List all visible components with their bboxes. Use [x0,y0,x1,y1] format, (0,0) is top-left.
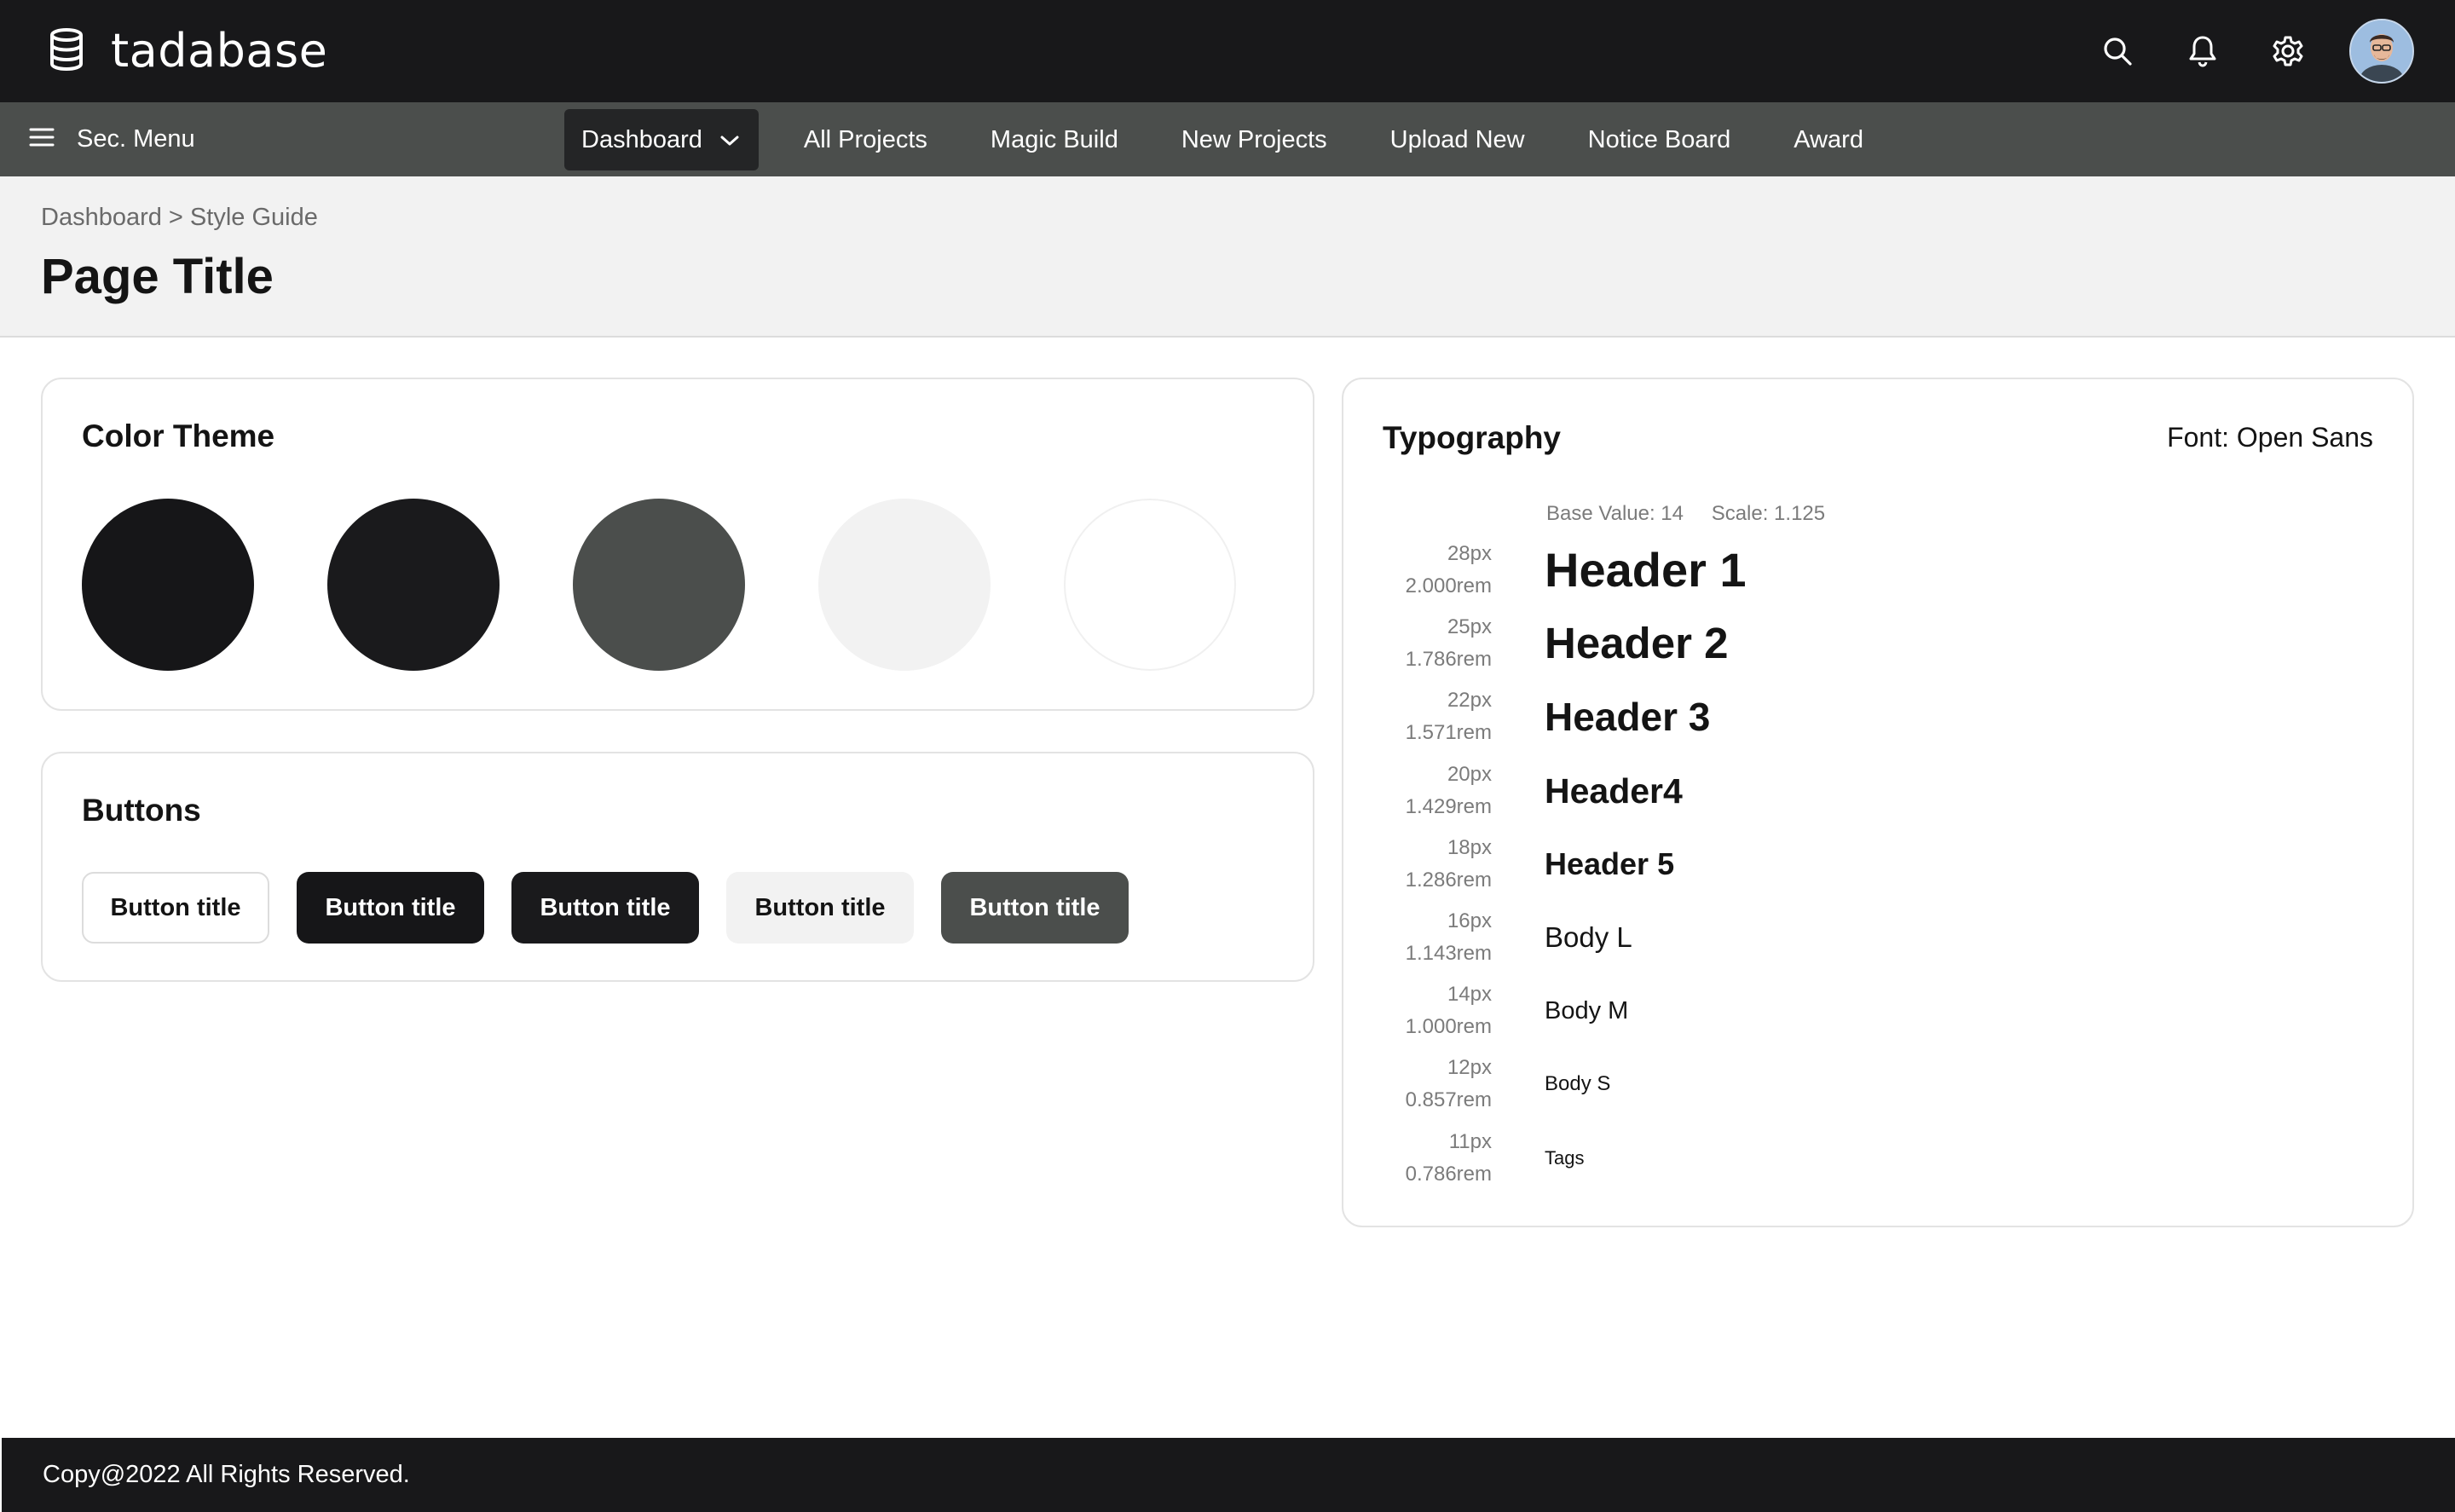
typography-scale: 28px 2.000rem Header 1 25px 1.786rem Header 2… [1343,379,2412,1226]
type-size-label: 18px 1.286rem [1343,832,1492,897]
gear-icon[interactable] [2261,24,2315,78]
type-size-rem: 1.786rem [1405,648,1492,672]
top-bar: tadabase [0,0,2455,102]
type-size-label: 11px 0.786rem [1343,1126,1492,1191]
type-size-rem: 1.286rem [1405,868,1492,892]
type-sample: Header 1 [1545,543,1747,597]
color-swatch-white [1064,499,1236,671]
nav-item-notice-board[interactable]: Notice Board [1557,109,1763,170]
type-sample: Header 5 [1545,845,1675,881]
type-sample: Body L [1545,921,1632,953]
main-nav: Dashboard All Projects Magic Build New P… [564,109,1895,170]
type-size-label: 28px 2.000rem [1343,538,1492,603]
type-size-px: 18px [1447,835,1492,859]
type-sample: Body S [1545,1072,1611,1096]
database-icon [48,27,85,76]
type-size-label: 12px 0.857rem [1343,1052,1492,1117]
nav-item-award[interactable]: Award [1762,109,1895,170]
type-size-label: 16px 1.143rem [1343,905,1492,970]
type-sample: Header 2 [1545,619,1729,668]
hamburger-icon [29,127,55,152]
search-icon[interactable] [2090,24,2145,78]
type-sample: Header 3 [1545,695,1711,740]
type-size-px: 22px [1447,689,1492,713]
color-swatch-gray [573,499,745,671]
nav-item-upload-new[interactable]: Upload New [1359,109,1557,170]
type-size-px: 20px [1447,762,1492,786]
page-header: Dashboard > Style Guide Page Title [0,176,2455,338]
buttons-card: Buttons Button title Button title Button… [41,752,1314,982]
secondary-menu-label: Sec. Menu [77,125,195,153]
type-size-px: 12px [1447,1056,1492,1080]
button-dark-alt[interactable]: Button title [511,872,699,944]
nav-item-dashboard[interactable]: Dashboard [564,109,759,170]
page-title: Page Title [41,249,274,304]
footer: Copy@2022 All Rights Reserved. [2,1438,2455,1512]
type-size-rem: 2.000rem [1405,574,1492,597]
type-size-rem: 1.000rem [1405,1015,1492,1039]
color-swatch-secondary [327,499,500,671]
type-size-px: 11px [1448,1129,1492,1153]
type-size-rem: 1.143rem [1405,942,1492,965]
type-size-px: 28px [1447,542,1492,565]
nav-item-label: Dashboard [581,125,702,153]
chevron-down-icon [719,126,740,154]
secondary-menu-toggle[interactable]: Sec. Menu [29,102,195,176]
type-size-label: 25px 1.786rem [1343,611,1492,676]
type-size-rem: 1.571rem [1405,721,1492,745]
type-sample: Tags [1545,1146,1585,1169]
card-title: Buttons [82,793,201,828]
nav-item-all-projects[interactable]: All Projects [772,109,959,170]
type-size-rem: 0.786rem [1405,1162,1492,1186]
breadcrumb[interactable]: Dashboard > Style Guide [41,204,318,232]
button-dark[interactable]: Button title [297,872,484,944]
type-sample: Body M [1545,997,1629,1025]
type-size-label: 20px 1.429rem [1343,759,1492,823]
color-theme-card: Color Theme [41,378,1314,711]
color-swatch-primary [82,499,254,671]
typography-card: Typography Font: Open Sans Base Value: 1… [1342,378,2414,1227]
type-size-px: 14px [1447,983,1492,1007]
footer-copyright: Copy@2022 All Rights Reserved. [43,1461,410,1488]
type-size-px: 16px [1447,909,1492,932]
color-swatch-light [818,499,991,671]
top-actions [2059,19,2414,84]
type-size-px: 25px [1447,615,1492,639]
avatar[interactable] [2349,19,2414,84]
nav-item-new-projects[interactable]: New Projects [1150,109,1359,170]
nav-item-magic-build[interactable]: Magic Build [959,109,1150,170]
app-logo[interactable]: tadabase [48,26,327,77]
type-size-label: 14px 1.000rem [1343,978,1492,1043]
type-sample: Header4 [1545,770,1683,811]
type-size-rem: 0.857rem [1405,1088,1492,1112]
button-light[interactable]: Button title [726,872,914,944]
logo-text: tadabase [111,24,328,78]
card-title: Color Theme [82,418,275,453]
type-size-label: 22px 1.571rem [1343,684,1492,749]
type-size-rem: 1.429rem [1405,794,1492,818]
bell-icon[interactable] [2175,24,2230,78]
nav-bar: Sec. Menu Dashboard All Projects Magic B… [0,102,2455,176]
button-gray[interactable]: Button title [941,872,1129,944]
button-outline[interactable]: Button title [82,872,269,944]
